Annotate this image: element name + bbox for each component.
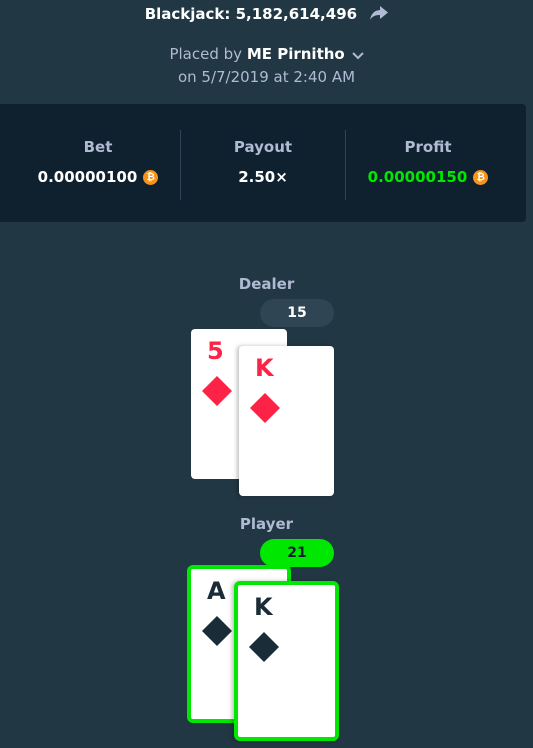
bet-label: Bet — [83, 138, 113, 156]
share-icon[interactable] — [370, 5, 389, 25]
player-label: Player — [239, 515, 294, 533]
bet-value-row: 0.00000100 ₿ — [16, 168, 180, 186]
dealer-score-badge: 15 — [260, 299, 334, 327]
payout-label: Payout — [233, 138, 293, 156]
profit-stat: Profit 0.00000150 ₿ — [346, 104, 510, 222]
diamond-icon — [249, 392, 281, 428]
player-score-badge: 21 — [260, 539, 334, 567]
card-rank: A — [207, 577, 226, 605]
card-rank: K — [255, 354, 274, 382]
bet-title-text: Blackjack: 5,182,614,496 — [144, 5, 358, 23]
profit-label: Profit — [404, 138, 452, 156]
bet-date: on 5/7/2019 at 2:40 AM — [177, 68, 356, 86]
username-link[interactable]: ME Pirnitho — [247, 45, 345, 63]
dealer-card-2: K — [239, 346, 334, 496]
payout-value: 2.50× — [238, 168, 288, 186]
player-card-2: K — [234, 581, 339, 741]
bet-stat: Bet 0.00000100 ₿ — [16, 104, 180, 222]
bitcoin-icon: ₿ — [143, 170, 159, 185]
spade-icon — [201, 615, 233, 651]
stats-panel: Bet 0.00000100 ₿ Payout 2.50× Profit 0.00… — [0, 104, 526, 222]
payout-stat: Payout 2.50× — [181, 104, 345, 222]
bet-title: Blackjack: 5,182,614,496 — [0, 4, 533, 25]
card-rank: K — [254, 593, 273, 621]
chevron-down-icon[interactable] — [351, 45, 364, 65]
profit-value-row: 0.00000150 ₿ — [346, 168, 510, 186]
bet-value: 0.00000100 — [37, 168, 138, 186]
card-rank: 5 — [207, 337, 224, 365]
spade-icon — [248, 631, 280, 667]
diamond-icon — [201, 375, 233, 411]
profit-value: 0.00000150 — [367, 168, 468, 186]
placed-by-label: Placed by — [169, 45, 243, 63]
dealer-label: Dealer — [238, 275, 295, 293]
placed-by: Placed by ME Pirnitho — [0, 44, 533, 65]
bitcoin-icon: ₿ — [473, 170, 489, 185]
